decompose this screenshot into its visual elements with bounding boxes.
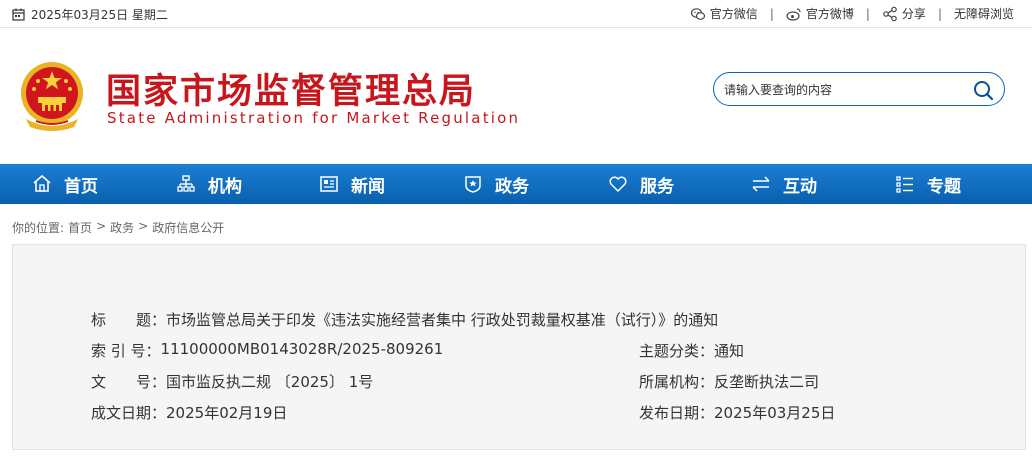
government-icon — [465, 176, 481, 193]
breadcrumb-separator: > — [138, 219, 149, 233]
info-row-publish-date: 发布日期： 2025年03月25日 — [639, 402, 835, 423]
info-row-agency: 所属机构： 反垄断执法二司 — [639, 371, 819, 392]
info-row-docno: 文 号： 国市监反执二规 〔2025〕 1号 — [91, 371, 373, 392]
info-label: 文 号： — [91, 373, 167, 391]
site-title[interactable]: 国家市场监督管理总局 — [106, 63, 476, 114]
info-label: 成文日期： — [91, 404, 167, 422]
topics-icon — [896, 176, 913, 193]
nav-label: 首页 — [64, 176, 98, 197]
document-info-panel: 标 题： 市场监管总局关于印发《违法实施经营者集中 行政处罚裁量权基准（试行）》… — [12, 244, 1026, 450]
nav-item-topics[interactable]: 专题 — [895, 164, 961, 204]
site-subtitle: State Administration for Market Regulati… — [107, 109, 521, 127]
breadcrumb-separator: > — [96, 219, 107, 233]
nav-item-home[interactable]: 首页 — [32, 164, 98, 204]
national-emblem-icon[interactable] — [16, 59, 88, 131]
nav-item-service[interactable]: 服务 — [608, 164, 674, 204]
date-text: 2025年03月25日 星期二 — [31, 8, 168, 22]
info-label: 索 引 号： — [91, 342, 161, 360]
calendar-icon — [12, 8, 25, 21]
top-bar: 2025年03月25日 星期二 官方微信 | 官方微博 | 分享 | 无障碍浏览 — [0, 0, 1032, 28]
nav-label: 专题 — [927, 176, 961, 197]
divider: | — [865, 6, 870, 21]
main-nav: 首页 机构 新闻 政务 服务 互动 专题 — [0, 164, 1032, 204]
info-label: 主题分类： — [639, 342, 715, 360]
share-label: 分享 — [901, 7, 926, 21]
nav-item-interaction[interactable]: 互动 — [751, 164, 817, 204]
accessibility-link[interactable]: 无障碍浏览 — [954, 5, 1014, 22]
heart-icon — [609, 176, 627, 193]
agency: 反垄断执法二司 — [714, 373, 820, 391]
document-title: 市场监管总局关于印发《违法实施经营者集中 行政处罚裁量权基准（试行）》的通知 — [166, 311, 719, 329]
nav-label: 机构 — [208, 176, 242, 197]
newspaper-icon — [320, 176, 338, 192]
wechat-icon — [690, 7, 705, 20]
share-icon — [883, 6, 897, 21]
nav-item-government[interactable]: 政务 — [463, 164, 529, 204]
exchange-icon — [752, 176, 770, 192]
info-label: 发布日期： — [639, 404, 715, 422]
nav-label: 互动 — [783, 176, 817, 197]
nav-label: 政务 — [495, 176, 529, 197]
search-icon[interactable] — [972, 79, 994, 101]
info-row-title: 标 题： 市场监管总局关于印发《违法实施经营者集中 行政处罚裁量权基准（试行）》… — [91, 309, 718, 330]
home-icon — [33, 174, 51, 192]
weibo-link[interactable]: 官方微博 — [786, 5, 854, 22]
date-display: 2025年03月25日 星期二 — [12, 6, 168, 23]
site-header: 国家市场监督管理总局 State Administration for Mark… — [0, 29, 1032, 163]
org-chart-icon — [177, 175, 195, 192]
nav-item-news[interactable]: 新闻 — [319, 164, 385, 204]
written-date: 2025年02月19日 — [166, 404, 288, 422]
nav-label: 服务 — [640, 176, 674, 197]
topic-category: 通知 — [714, 342, 745, 360]
search-box — [713, 72, 1005, 106]
publish-date: 2025年03月25日 — [714, 404, 836, 422]
divider: | — [937, 6, 942, 21]
info-row-category: 主题分类： 通知 — [639, 340, 744, 361]
top-links: 官方微信 | 官方微博 | 分享 | 无障碍浏览 — [690, 5, 1014, 22]
info-row-index: 索 引 号： 11100000MB0143028R/2025-809261 — [91, 340, 443, 361]
wechat-label: 官方微信 — [709, 7, 758, 21]
search-input[interactable] — [724, 80, 964, 100]
breadcrumb-prefix: 你的位置: — [12, 221, 65, 235]
breadcrumb-home[interactable]: 首页 — [68, 219, 92, 236]
weibo-icon — [786, 7, 801, 21]
breadcrumb-info-disclosure[interactable]: 政府信息公开 — [152, 219, 224, 236]
accessibility-label: 无障碍浏览 — [953, 7, 1014, 21]
divider: | — [769, 6, 774, 21]
document-number: 国市监反执二规 〔2025〕 1号 — [166, 373, 374, 391]
info-label: 所属机构： — [639, 373, 715, 391]
weibo-label: 官方微博 — [805, 7, 854, 21]
share-link[interactable]: 分享 — [882, 5, 926, 22]
info-label: 标 题： — [91, 311, 167, 329]
index-number: 11100000MB0143028R/2025-809261 — [160, 340, 444, 358]
info-row-written-date: 成文日期： 2025年02月19日 — [91, 402, 287, 423]
nav-label: 新闻 — [351, 176, 385, 197]
wechat-link[interactable]: 官方微信 — [690, 5, 758, 22]
breadcrumb-government[interactable]: 政务 — [110, 219, 134, 236]
nav-item-org[interactable]: 机构 — [176, 164, 242, 204]
breadcrumb: 你的位置: 首页 > 政务 > 政府信息公开 — [12, 219, 224, 236]
